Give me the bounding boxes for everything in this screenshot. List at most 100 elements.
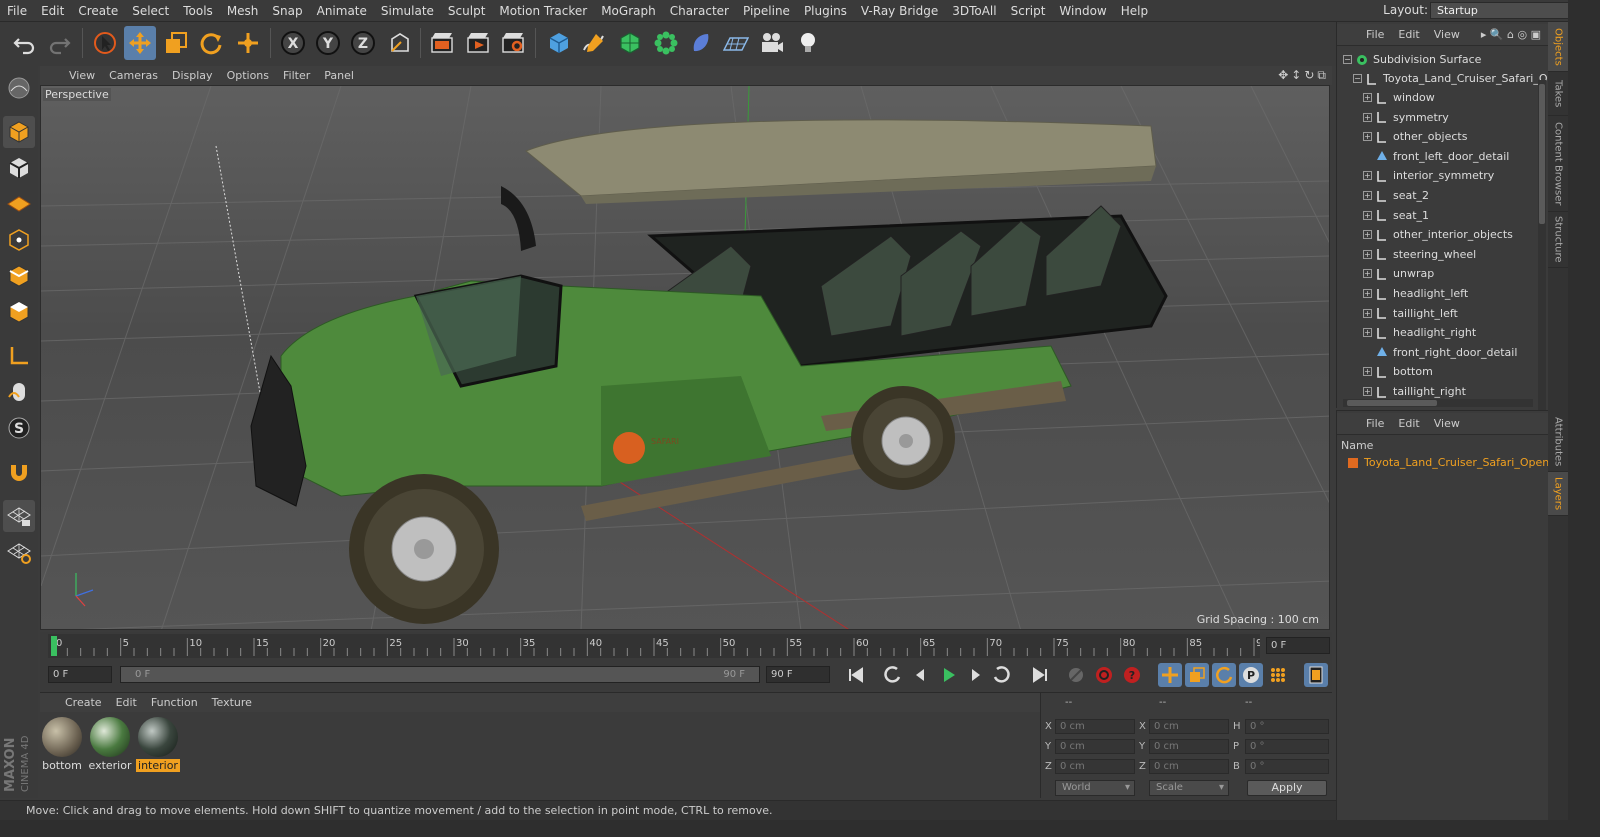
floor-icon[interactable] (720, 26, 752, 60)
menu-snap[interactable]: Snap (265, 4, 309, 18)
previous-keyframe-icon[interactable] (880, 663, 904, 687)
deformer-icon[interactable] (685, 26, 717, 60)
record-active-keys-icon[interactable] (1092, 663, 1116, 687)
objects-menu-file[interactable]: File (1359, 28, 1391, 41)
collapse-icon[interactable]: − (1353, 74, 1362, 83)
menu-render[interactable]: Sculpt (441, 4, 492, 18)
current-frame-field[interactable]: 0 F (1266, 637, 1330, 654)
size-mode-dropdown[interactable]: Scale ▾ (1149, 780, 1229, 796)
timeline[interactable]: 051015202530354045505560657075808590 0 F (40, 632, 1332, 660)
tab-content-browser[interactable]: Content Browser (1548, 116, 1568, 212)
next-frame-icon[interactable] (964, 663, 988, 687)
menu-plugins[interactable]: V-Ray Bridge (854, 4, 945, 18)
light-icon[interactable] (792, 26, 824, 60)
expand-icon[interactable]: + (1363, 230, 1372, 240)
grid-snap-icon[interactable] (3, 536, 35, 568)
layer-row[interactable]: Toyota_Land_Cruiser_Safari_Open (1347, 453, 1549, 472)
material-exterior[interactable]: exterior (88, 717, 132, 773)
model-mode-icon[interactable] (3, 116, 35, 148)
coordinate-system-dropdown[interactable]: World ▾ (1055, 780, 1135, 796)
timeline-window-icon[interactable] (1304, 663, 1328, 687)
menu-edit[interactable]: Edit (34, 4, 71, 18)
object-row-child[interactable]: + steering_wheel (1363, 245, 1559, 264)
render-to-picture-viewer-icon[interactable] (462, 26, 494, 60)
magnet-icon[interactable] (3, 456, 35, 488)
objects-menu-view[interactable]: View (1427, 28, 1467, 41)
tab-structure[interactable]: Structure (1548, 212, 1568, 268)
axis-mode-icon[interactable] (3, 340, 35, 372)
undo-icon[interactable] (8, 26, 40, 60)
object-row-child[interactable]: + bottom (1363, 362, 1559, 381)
rotation-b-field[interactable]: 0 ° (1245, 759, 1329, 774)
object-row-child[interactable]: + other_objects (1363, 127, 1559, 146)
viewport-menu-panel[interactable]: Panel (317, 69, 361, 82)
pen-icon[interactable] (578, 26, 610, 60)
previous-frame-icon[interactable] (908, 663, 932, 687)
move-icon[interactable] (124, 26, 156, 60)
menu-vray-bridge[interactable]: 3DToAll (945, 4, 1003, 18)
key-rotation-icon[interactable] (1212, 663, 1236, 687)
layers-menu-edit[interactable]: Edit (1391, 417, 1426, 430)
object-row-child[interactable]: + seat_2 (1363, 186, 1559, 205)
objects-menu-edit[interactable]: Edit (1391, 28, 1426, 41)
size-x-field[interactable]: 0 cm (1149, 719, 1229, 734)
expand-icon[interactable]: + (1363, 269, 1372, 279)
menu-pipeline[interactable]: Plugins (797, 4, 854, 18)
material-menu-create[interactable]: Create (58, 696, 109, 709)
object-row-child[interactable]: +front_left_door_detail (1363, 147, 1559, 166)
material-menu-function[interactable]: Function (144, 696, 205, 709)
tab-takes[interactable]: Takes (1548, 72, 1568, 116)
expand-icon[interactable]: + (1363, 308, 1372, 318)
menu-select[interactable]: Select (125, 4, 176, 18)
tab-objects[interactable]: Objects (1548, 22, 1568, 72)
position-y-field[interactable]: 0 cm (1055, 739, 1135, 754)
layers-menu-file[interactable]: File (1359, 417, 1391, 430)
orbit-icon[interactable]: ↻ (1304, 68, 1314, 83)
tab-attributes[interactable]: Attributes (1548, 412, 1568, 472)
subdivision-surface-icon[interactable] (614, 26, 646, 60)
menu-character[interactable]: Pipeline (736, 4, 797, 18)
position-z-field[interactable]: 0 cm (1055, 759, 1135, 774)
expand-icon[interactable]: + (1363, 328, 1372, 338)
key-parameter-icon[interactable]: P (1239, 663, 1263, 687)
play-icon[interactable] (936, 663, 960, 687)
object-row-model[interactable]: − Toyota_Land_Cruiser_Safari_O (1353, 69, 1549, 88)
preview-range-slider[interactable]: 0 F 90 F (120, 666, 760, 683)
size-y-field[interactable]: 0 cm (1149, 739, 1229, 754)
texture-mode-icon[interactable] (3, 152, 35, 184)
object-manager-horizontal-scrollbar[interactable] (1343, 399, 1533, 407)
key-position-icon[interactable] (1158, 663, 1182, 687)
material-bottom[interactable]: bottom (40, 717, 84, 773)
menu-window[interactable]: Help (1114, 4, 1155, 18)
grid-lock-icon[interactable] (3, 500, 35, 532)
go-to-end-icon[interactable] (1028, 663, 1052, 687)
expand-icon[interactable]: + (1363, 132, 1372, 142)
object-row-child[interactable]: + window (1363, 88, 1559, 107)
menu-3dtoall[interactable]: Script (1004, 4, 1053, 18)
object-row-child[interactable]: + symmetry (1363, 108, 1559, 127)
workplane-icon[interactable] (3, 188, 35, 220)
pan-icon[interactable]: ✥ (1278, 68, 1288, 83)
start-frame-field[interactable]: 0 F (48, 666, 112, 683)
material-interior[interactable]: interior (136, 717, 180, 773)
y-axis-icon[interactable]: Y (312, 26, 344, 60)
viewport-menu-cameras[interactable]: Cameras (102, 69, 165, 82)
z-axis-icon[interactable]: Z (347, 26, 379, 60)
menu-animate[interactable]: Animate (310, 4, 374, 18)
viewport-menu-view[interactable]: View (62, 69, 102, 82)
collapse-icon[interactable]: − (1343, 55, 1352, 64)
render-view-icon[interactable] (426, 26, 458, 60)
viewport-menu-options[interactable]: Options (220, 69, 276, 82)
rotation-h-field[interactable]: 0 ° (1245, 719, 1329, 734)
material-menu-edit[interactable]: Edit (109, 696, 144, 709)
viewport-menu-display[interactable]: Display (165, 69, 220, 82)
timeline-ruler[interactable]: 051015202530354045505560657075808590 (48, 634, 1260, 658)
expand-icon[interactable]: + (1363, 249, 1372, 259)
layers-menu-view[interactable]: View (1427, 417, 1467, 430)
expand-icon[interactable]: + (1363, 93, 1372, 102)
tab-layers[interactable]: Layers (1548, 472, 1568, 516)
next-keyframe-icon[interactable] (990, 663, 1014, 687)
edges-mode-icon[interactable] (3, 260, 35, 292)
world-coordinates-icon[interactable] (384, 26, 416, 60)
maximize-icon[interactable]: ⧉ (1317, 68, 1326, 83)
